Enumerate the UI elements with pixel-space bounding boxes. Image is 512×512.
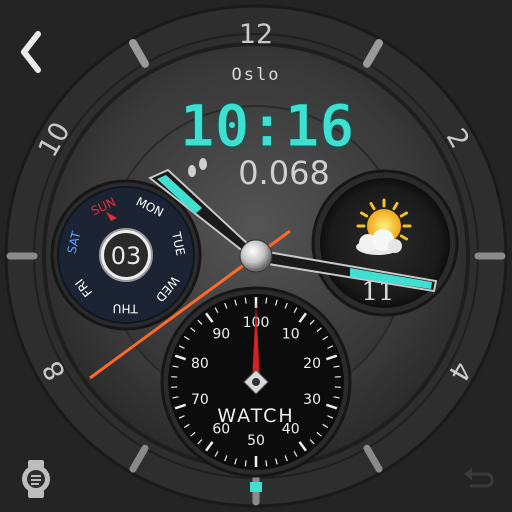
- watch-subdial-number: 50: [247, 433, 265, 449]
- chevron-left-icon: [21, 31, 41, 73]
- bezel-numeral-12: 12: [239, 19, 273, 50]
- weekday-label: THU: [113, 301, 139, 315]
- watch-subdial-number: 10: [282, 326, 300, 342]
- digital-time: 10:16: [180, 92, 355, 160]
- weather-subdial: 11: [311, 169, 459, 317]
- watch-subdial: 100102030405060708090 WATCH: [160, 286, 352, 478]
- watch-label: WATCH: [217, 405, 294, 427]
- watch-subdial-number: 30: [303, 392, 321, 408]
- six-oclock-marker: [250, 482, 262, 492]
- watch-subdial-number: 70: [191, 392, 209, 408]
- watch-subdial-number: 20: [303, 356, 321, 372]
- date-subdial: SUN MONTUEWEDTHUFRISAT 03: [50, 179, 202, 331]
- watch-settings-icon: [22, 460, 50, 498]
- date-number: 03: [111, 242, 142, 270]
- undo-arrow-icon: [464, 468, 494, 488]
- steps-value: 0.068: [238, 154, 330, 192]
- settings-button[interactable]: [14, 454, 58, 504]
- watch-face-screen: 12 2 4 8 10 Oslo 10:16 0.068 SUN MON TUE WE…: [0, 0, 512, 512]
- watch-subdial-number: 80: [191, 356, 209, 372]
- city-label: Oslo: [232, 65, 281, 85]
- watch-subdial-number: 90: [212, 326, 230, 342]
- back-button[interactable]: [14, 28, 48, 76]
- watch-face: 12 2 4 8 10 Oslo 10:16 0.068 SUN MONTUEWE…: [4, 4, 508, 508]
- return-button[interactable]: [460, 464, 498, 496]
- center-cap: [239, 239, 273, 273]
